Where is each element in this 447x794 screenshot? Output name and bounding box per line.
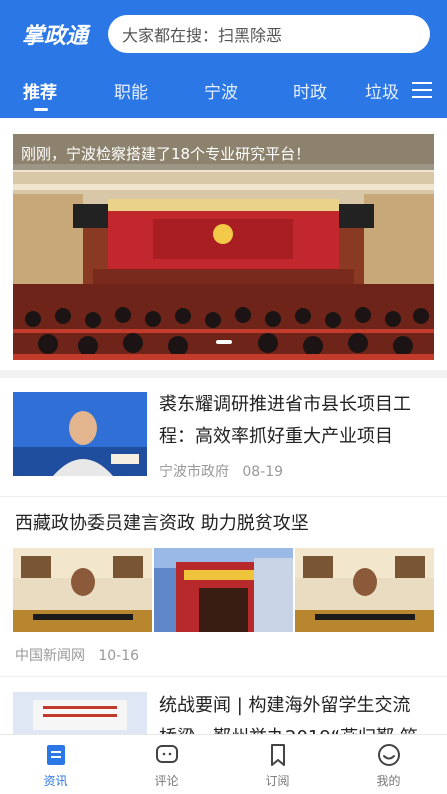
carousel-indicator: [13, 329, 434, 348]
nav-label: 订阅: [265, 774, 290, 788]
item-divider: [0, 496, 447, 497]
nav-comment[interactable]: 评论: [111, 735, 222, 794]
nav-label: 我的: [376, 774, 401, 788]
news-icon: [47, 745, 65, 765]
comment-icon: [156, 745, 178, 763]
app-logo: 掌政通: [22, 18, 88, 50]
nav-label: 资讯: [43, 774, 68, 788]
active-tab-indicator: [34, 108, 48, 111]
nav-label: 评论: [154, 774, 179, 788]
item-divider: [0, 676, 447, 677]
news-title-line: 统战要闻 | 构建海外留学生交流: [159, 695, 411, 716]
news-title: 西藏政协委员建言资政 助力脱贫攻坚: [15, 513, 309, 534]
tab-current-affairs[interactable]: 时政: [293, 78, 327, 103]
bookmark-icon: [271, 744, 285, 766]
news-source: 宁波市政府: [159, 464, 229, 480]
nav-profile[interactable]: 我的: [333, 735, 444, 794]
nav-news[interactable]: 资讯: [0, 735, 111, 794]
logo-text: 掌政通: [22, 23, 89, 49]
tab-ningbo[interactable]: 宁波: [204, 78, 238, 103]
featured-banner[interactable]: 刚刚，宁波检察搭建了18个专业研究平台！: [13, 134, 434, 360]
nav-subscribe[interactable]: 订阅: [222, 735, 333, 794]
tab-functions[interactable]: 职能: [114, 78, 148, 103]
news-date: 10-16: [98, 648, 140, 664]
tab-garbage[interactable]: 垃圾: [365, 78, 399, 103]
banner-caption: 刚刚，宁波检察搭建了18个专业研究平台！: [13, 134, 434, 170]
news-source: 中国新闻网: [15, 648, 85, 664]
app-header: 掌政通 大家都在搜：扫黑除恶 推荐 职能 宁波 时政 垃圾: [0, 0, 447, 118]
bottom-navigation: 资讯 评论 订阅 我的: [0, 734, 447, 794]
news-thumbnail: [13, 392, 147, 476]
tab-recommend[interactable]: 推荐: [23, 78, 57, 103]
news-title-line: 程：高效率抓好重大产业项目: [159, 426, 393, 447]
search-placeholder: 大家都在搜：扫黑除恶: [122, 26, 283, 45]
hamburger-menu-icon[interactable]: [412, 82, 432, 98]
category-tabs: 推荐 职能 宁波 时政 垃圾: [0, 72, 447, 112]
news-thumbnail: [13, 692, 147, 734]
section-divider: [0, 370, 447, 378]
news-image: [154, 548, 293, 632]
news-image: [295, 548, 434, 632]
news-title-line: 裘东耀调研推进省市县长项目工: [159, 394, 411, 415]
profile-icon: [378, 744, 400, 766]
news-date: 08-19: [242, 464, 284, 480]
search-input[interactable]: 大家都在搜：扫黑除恶: [108, 15, 430, 53]
news-image: [13, 548, 152, 632]
